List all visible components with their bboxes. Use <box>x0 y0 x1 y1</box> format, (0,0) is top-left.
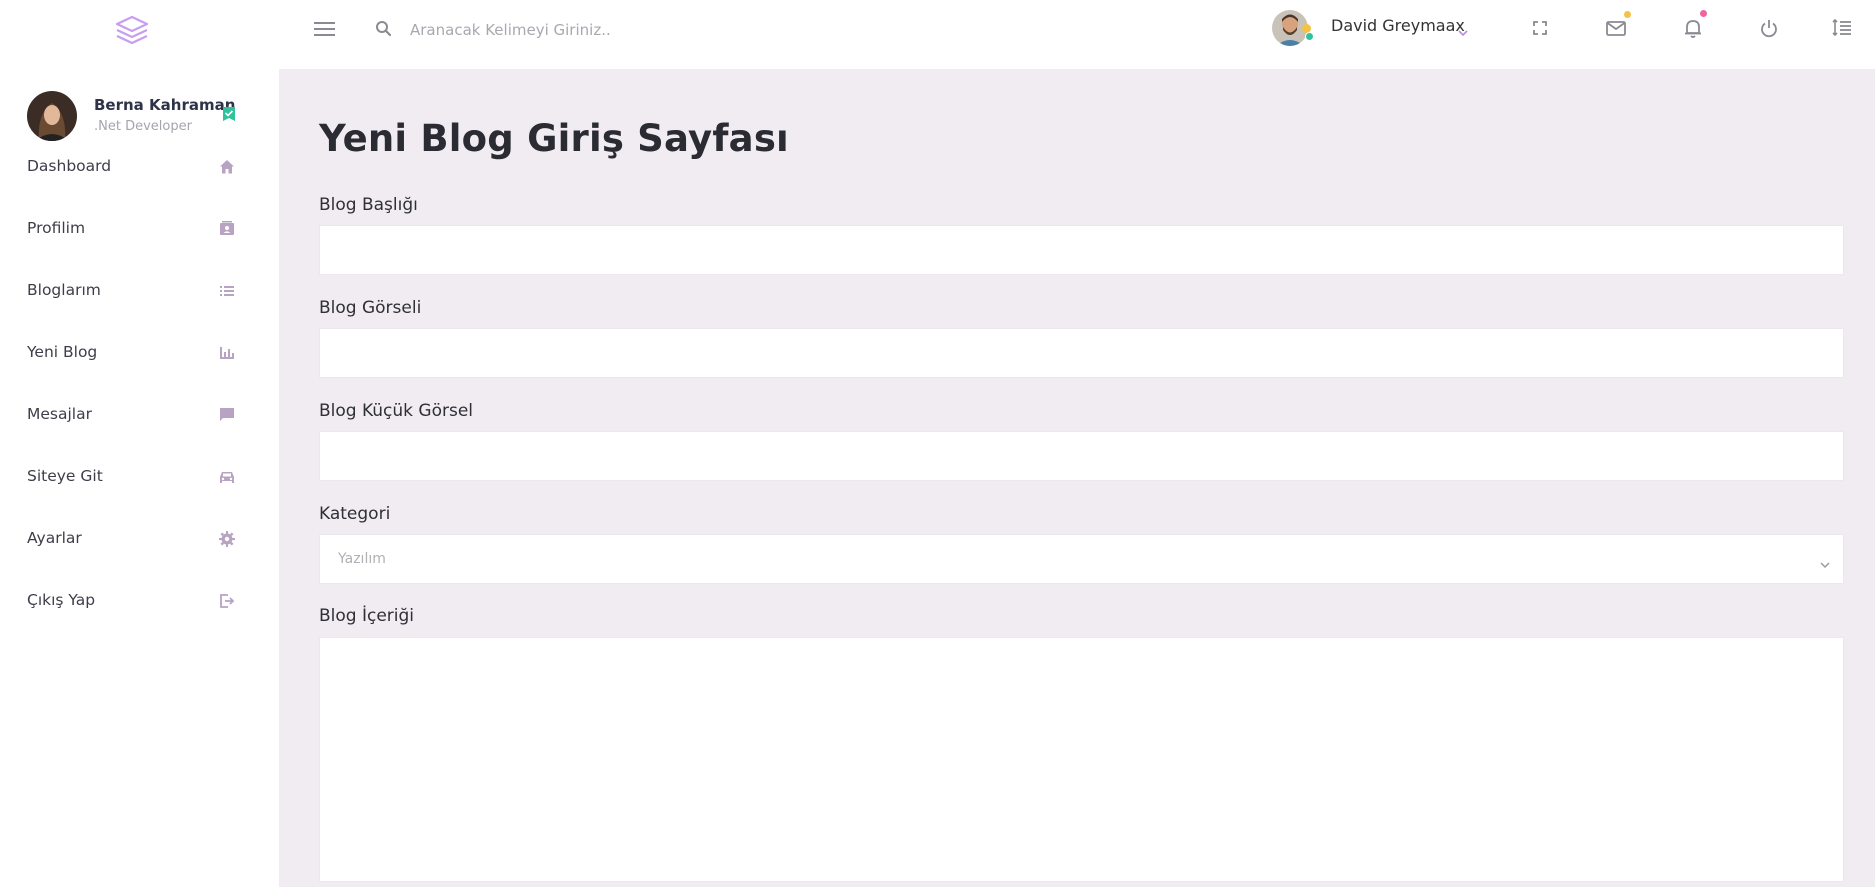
sidebar-item-siteye-git[interactable]: Siteye Git <box>0 453 279 501</box>
sidebar-item-label: Bloglarım <box>27 281 101 299</box>
chat-icon <box>218 406 236 424</box>
user-name: David Greymaax <box>1331 16 1465 35</box>
mail-icon[interactable] <box>1604 11 1631 40</box>
category-select[interactable]: Yazılım <box>319 534 1844 584</box>
search-icon <box>374 19 394 39</box>
sidebar-item-label: Siteye Git <box>27 467 103 485</box>
bar-chart-icon <box>218 344 236 362</box>
user-menu[interactable]: David Greymaax <box>1272 10 1482 50</box>
blog-thumb-input[interactable] <box>319 431 1844 481</box>
sidebar-item-yeni-blog[interactable]: Yeni Blog <box>0 329 279 377</box>
sidebar-item-profilim[interactable]: Profilim <box>0 205 279 253</box>
content-label: Blog İçeriği <box>319 606 415 626</box>
list-toggle-icon[interactable] <box>1830 16 1854 40</box>
sidebar: Berna Kahraman .Net Developer Dashboard … <box>0 69 279 887</box>
profile-name: Berna Kahraman <box>94 96 236 114</box>
sidebar-item-dashboard[interactable]: Dashboard <box>0 143 279 191</box>
power-icon[interactable] <box>1757 16 1781 40</box>
sidebar-item-label: Mesajlar <box>27 405 92 423</box>
hamburger-menu-icon[interactable] <box>312 18 338 40</box>
sidebar-item-label: Profilim <box>27 219 86 237</box>
logout-icon <box>218 592 236 610</box>
profile-avatar[interactable] <box>27 91 77 141</box>
sidebar-item-mesajlar[interactable]: Mesajlar <box>0 391 279 439</box>
category-label: Kategori <box>319 504 391 524</box>
bell-badge <box>1700 10 1707 17</box>
sidebar-item-bloglarim[interactable]: Bloglarım <box>0 267 279 315</box>
sidebar-item-label: Yeni Blog <box>27 343 98 361</box>
car-icon <box>218 468 236 486</box>
category-selected-value: Yazılım <box>338 551 386 567</box>
mail-badge <box>1624 11 1631 18</box>
sidebar-item-cikis-yap[interactable]: Çıkış Yap <box>0 577 279 625</box>
sidebar-item-label: Çıkış Yap <box>27 591 96 609</box>
chevron-down-icon[interactable] <box>1457 23 1469 37</box>
verified-badge-icon <box>221 106 237 122</box>
sidebar-item-ayarlar[interactable]: Ayarlar <box>0 515 279 563</box>
blog-title-input[interactable] <box>319 225 1844 275</box>
blog-content-textarea[interactable] <box>319 637 1844 882</box>
top-header: David Greymaax <box>0 0 1875 69</box>
layers-logo-icon[interactable] <box>113 14 151 50</box>
blog-image-label: Blog Görseli <box>319 298 422 318</box>
gear-icon <box>218 530 236 548</box>
contact-card-icon <box>218 220 236 238</box>
online-status-dot <box>1305 32 1314 41</box>
sidebar-item-label: Dashboard <box>27 157 112 175</box>
chevron-down-icon <box>1819 555 1831 569</box>
blog-image-input[interactable] <box>319 328 1844 378</box>
fullscreen-icon[interactable] <box>1528 16 1552 40</box>
blog-thumb-label: Blog Küçük Görsel <box>319 401 474 421</box>
blog-title-label: Blog Başlığı <box>319 195 418 215</box>
home-icon <box>218 158 236 176</box>
sidebar-item-label: Ayarlar <box>27 529 82 547</box>
list-icon <box>218 282 236 300</box>
profile-role: .Net Developer <box>94 119 192 134</box>
search-input[interactable] <box>410 14 830 46</box>
bell-icon[interactable] <box>1681 10 1707 40</box>
page-title: Yeni Blog Giriş Sayfası <box>319 117 789 160</box>
